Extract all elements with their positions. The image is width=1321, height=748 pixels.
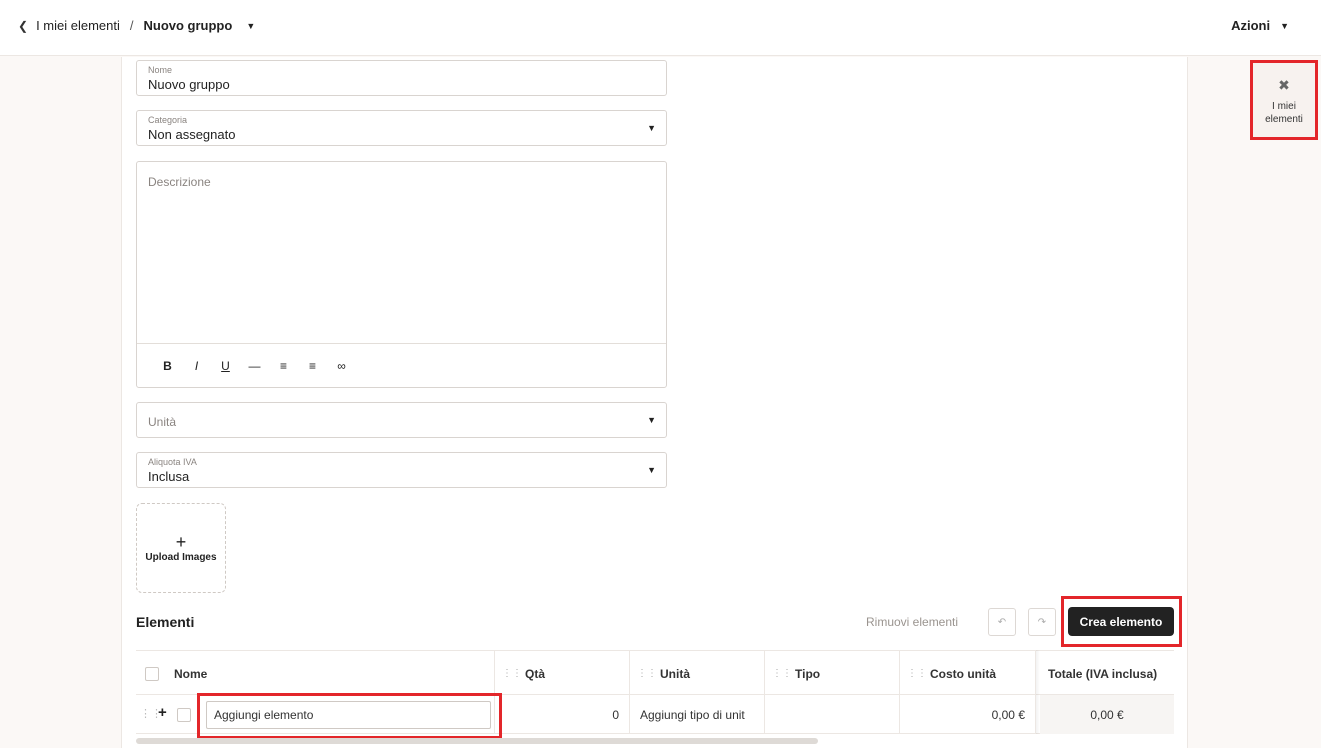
drag-handle-icon[interactable]: ⋮⋮ bbox=[637, 668, 657, 679]
bullet-list-icon[interactable]: ≡ bbox=[277, 359, 290, 373]
rail-label: I miei elementi bbox=[1265, 101, 1303, 125]
row-checkbox[interactable] bbox=[177, 707, 191, 722]
undo-icon[interactable]: ↶ bbox=[988, 608, 1016, 636]
horizontal-scrollbar[interactable] bbox=[136, 738, 818, 744]
drag-handle-icon[interactable]: ⋮⋮ bbox=[907, 668, 927, 679]
drag-handle-icon[interactable]: ⋮⋮ bbox=[502, 668, 522, 679]
unit-placeholder: Unità bbox=[148, 415, 177, 429]
tools-icon: ✖ bbox=[1278, 77, 1290, 93]
category-value[interactable]: Non assegnato bbox=[148, 127, 235, 142]
link-icon[interactable]: ∞ bbox=[335, 359, 348, 373]
vat-select[interactable]: Aliquota IVA Inclusa ▼ bbox=[136, 452, 667, 488]
caret-down-icon[interactable]: ▼ bbox=[647, 123, 656, 133]
category-select[interactable]: Categoria Non assegnato ▼ bbox=[136, 110, 667, 146]
unit-select[interactable]: Unità ▼ bbox=[136, 402, 667, 438]
right-rail bbox=[1189, 57, 1321, 748]
left-margin bbox=[0, 57, 121, 748]
breadcrumb-separator: / bbox=[129, 18, 134, 33]
col-unit-cost[interactable]: ⋮⋮ Costo unità bbox=[900, 651, 1036, 696]
elements-title: Elementi bbox=[136, 614, 195, 630]
add-row-icon[interactable]: + bbox=[158, 704, 167, 721]
caret-down-icon[interactable]: ▼ bbox=[647, 465, 656, 475]
col-total-label: Totale (IVA inclusa) bbox=[1048, 666, 1158, 681]
element-name-input[interactable]: Aggiungi elemento bbox=[206, 701, 491, 729]
breadcrumb-parent[interactable]: I miei elementi bbox=[36, 18, 120, 33]
col-total[interactable]: Totale (IVA inclusa) bbox=[1040, 651, 1174, 696]
col-name-label: Nome bbox=[174, 666, 208, 681]
col-qty[interactable]: ⋮⋮ Qtà bbox=[495, 651, 630, 696]
bold-icon[interactable]: B bbox=[161, 359, 174, 373]
redo-icon[interactable]: ↷ bbox=[1028, 608, 1056, 636]
cell-type[interactable] bbox=[765, 695, 900, 734]
italic-icon[interactable]: I bbox=[190, 359, 203, 373]
col-qty-label: Qtà bbox=[525, 666, 546, 681]
name-label: Nome bbox=[148, 65, 173, 75]
col-unit-cost-label: Costo unità bbox=[930, 666, 996, 681]
vat-value[interactable]: Inclusa bbox=[148, 469, 189, 484]
actions-label[interactable]: Azioni bbox=[1231, 18, 1270, 33]
caret-down-icon[interactable]: ▼ bbox=[1280, 21, 1289, 31]
table-header: Nome ⋮⋮ Qtà ⋮⋮ Unità ⋮⋮ Tipo ⋮⋮ Costo un… bbox=[136, 650, 1174, 696]
upload-label: Upload Images bbox=[145, 551, 217, 563]
col-unit-label: Unità bbox=[660, 666, 690, 681]
name-field[interactable]: Nome Nuovo gruppo bbox=[136, 60, 667, 96]
horizontal-rule-icon[interactable]: — bbox=[248, 359, 261, 373]
col-type[interactable]: ⋮⋮ Tipo bbox=[765, 651, 900, 696]
category-label: Categoria bbox=[148, 115, 188, 125]
name-value[interactable]: Nuovo gruppo bbox=[148, 77, 230, 92]
cell-unit-cost[interactable]: 0,00 € bbox=[900, 695, 1036, 734]
editor-toolbar: B I U — ≡ ≡ ∞ bbox=[137, 343, 666, 387]
underline-icon[interactable]: U bbox=[219, 359, 232, 373]
col-type-label: Tipo bbox=[795, 666, 821, 681]
sticky-column-shadow bbox=[1036, 650, 1040, 734]
cell-qty[interactable]: 0 bbox=[495, 695, 630, 734]
create-element-button[interactable]: Crea elemento bbox=[1068, 607, 1174, 636]
breadcrumb-current: Nuovo gruppo bbox=[143, 18, 233, 33]
numbered-list-icon[interactable]: ≡ bbox=[306, 359, 319, 373]
top-bar: ❮ I miei elementi / Nuovo gruppo ▼ Azion… bbox=[0, 0, 1321, 56]
plus-icon: + bbox=[175, 531, 187, 552]
upload-images-button[interactable]: + Upload Images bbox=[136, 503, 226, 593]
breadcrumb: ❮ I miei elementi / Nuovo gruppo ▼ bbox=[18, 18, 255, 33]
caret-down-icon[interactable]: ▼ bbox=[647, 415, 656, 425]
elements-table: Nome ⋮⋮ Qtà ⋮⋮ Unità ⋮⋮ Tipo ⋮⋮ Costo un… bbox=[136, 650, 1174, 739]
drag-handle-icon[interactable]: ⋮⋮ bbox=[772, 668, 792, 679]
col-unit[interactable]: ⋮⋮ Unità bbox=[630, 651, 765, 696]
vat-label: Aliquota IVA bbox=[148, 457, 197, 467]
caret-down-icon[interactable]: ▼ bbox=[246, 21, 255, 31]
chevron-left-icon[interactable]: ❮ bbox=[18, 19, 28, 33]
description-placeholder: Descrizione bbox=[148, 175, 211, 189]
description-editor[interactable]: Descrizione B I U — ≡ ≡ ∞ bbox=[136, 161, 667, 388]
actions-menu[interactable]: Azioni ▼ bbox=[1231, 18, 1289, 33]
rail-my-elements-button[interactable]: ✖ I miei elementi bbox=[1250, 60, 1318, 140]
cell-unit[interactable]: Aggiungi tipo di unit bbox=[630, 695, 765, 734]
col-name[interactable]: Nome bbox=[136, 651, 495, 696]
cell-total: 0,00 € bbox=[1040, 695, 1174, 734]
select-all-checkbox[interactable] bbox=[145, 666, 159, 681]
remove-elements-button[interactable]: Rimuovi elementi bbox=[866, 615, 958, 629]
